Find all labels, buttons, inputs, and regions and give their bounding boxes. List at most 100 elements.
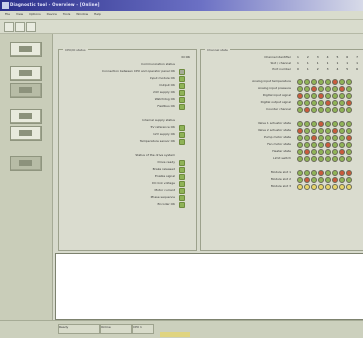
channel-state-dot — [318, 86, 324, 92]
status-row-label: Connection between CPU and operator pane… — [102, 69, 175, 73]
channel-row-label: Heater state — [272, 149, 291, 153]
channel-state-dot — [311, 79, 317, 85]
sidebar-button-params[interactable] — [10, 126, 42, 141]
channel-state-dot — [332, 142, 338, 148]
menu-file[interactable]: File — [5, 12, 10, 16]
channel-state-dot — [311, 100, 317, 106]
status-led — [179, 195, 185, 201]
status-led — [179, 167, 185, 173]
menu-tools[interactable]: Tools — [63, 12, 70, 16]
sidebar-button-tests[interactable] — [10, 109, 42, 124]
status-row-label: 12V supply OK — [153, 132, 175, 136]
channel-header-label: Port number — [272, 67, 291, 71]
channel-row-label: Module slot 1 — [270, 170, 291, 174]
status-row-label: Fieldbus OK — [157, 104, 175, 108]
channel-state-dot — [318, 128, 324, 134]
channel-state-dot — [311, 107, 317, 113]
channel-state-dot — [297, 128, 303, 134]
channel-state-dot — [332, 184, 338, 190]
status-row: Temperature sensor OK — [63, 139, 175, 143]
channel-state-dot — [304, 184, 310, 190]
message-log[interactable] — [55, 253, 363, 320]
channel-state-dot — [304, 79, 310, 85]
menu-window[interactable]: Window — [76, 12, 88, 16]
channel-state-dot — [325, 170, 331, 176]
channel-state-dot — [297, 149, 303, 155]
status-row-label: Input module OK — [149, 76, 175, 80]
channel-state-dot — [346, 177, 352, 183]
print-icon[interactable] — [26, 22, 36, 32]
status-row: Motor current — [63, 188, 175, 192]
sidebar-button-overview[interactable] — [10, 42, 42, 57]
status-row-label: Output OK — [159, 83, 175, 87]
channel-row-label: Valve 2 actuator state — [257, 128, 291, 132]
channel-state-dot — [339, 170, 345, 176]
menu-options[interactable]: Options — [29, 12, 41, 16]
status-row: 5V reference OK — [63, 125, 175, 129]
status-led — [179, 160, 185, 166]
channel-state-dot — [318, 156, 324, 162]
channel-state-panel: Channel state Channel identifier 1 2 3 4 … — [200, 48, 363, 251]
channel-state-dot — [304, 128, 310, 134]
status-led — [179, 132, 185, 138]
status-row: Status of the drive system — [63, 153, 175, 157]
open-icon[interactable] — [4, 22, 14, 32]
channel-state-dot — [325, 86, 331, 92]
channel-state-dot — [325, 135, 331, 141]
status-row: Connection between CPU and operator pane… — [63, 69, 175, 73]
channel-header-row: Channel identifier — [205, 55, 291, 59]
channel-state-dot — [304, 93, 310, 99]
panel-title: Channel state — [205, 48, 230, 52]
channel-state-dot — [318, 79, 324, 85]
channel-row-label: Analog input temperature — [252, 79, 291, 83]
channel-state-dot — [318, 100, 324, 106]
menu-help[interactable]: Help — [94, 12, 101, 16]
channel-state-dot — [297, 107, 303, 113]
channel-state-dot — [325, 184, 331, 190]
channel-header-label: Slot / channel — [270, 61, 291, 65]
sidebar-button-log[interactable] — [10, 156, 42, 171]
status-row-label: Watchdog OK — [154, 97, 175, 101]
channel-state-dot — [339, 79, 345, 85]
channel-state-dot — [332, 86, 338, 92]
channel-state-dot — [325, 121, 331, 127]
channel-state-dot — [346, 170, 352, 176]
channel-state-dot — [318, 170, 324, 176]
channel-state-dot — [304, 86, 310, 92]
status-led — [179, 76, 185, 82]
channel-state-dot — [332, 93, 338, 99]
channel-state-dot — [332, 156, 338, 162]
status-row: Enable signal — [63, 174, 175, 178]
channel-row: Heater state — [205, 149, 291, 153]
channel-state-dot — [332, 100, 338, 106]
channel-header-values: 1 1 1 1 1 1 1 1 — [297, 61, 363, 65]
channel-state-dot — [332, 149, 338, 155]
window-title: Diagnostic tool - Overview - [Online] — [10, 2, 100, 7]
status-row: Encoder OK — [63, 202, 175, 206]
sidebar-button-faults[interactable] — [10, 83, 42, 98]
status-led — [179, 139, 185, 145]
status-led — [179, 83, 185, 89]
status-row: Communication status — [63, 62, 175, 66]
channel-state-dot — [339, 121, 345, 127]
status-row: Output OK — [63, 83, 175, 87]
status-cell-online: Online — [100, 324, 132, 334]
menu-view[interactable]: View — [16, 12, 23, 16]
sidebar-button-status[interactable] — [10, 66, 42, 81]
channel-row: Analog input temperature — [205, 79, 291, 83]
channel-row-label: Module slot 3 — [270, 184, 291, 188]
channel-state-dot — [325, 177, 331, 183]
channel-row-label: Digital output signal — [260, 100, 291, 104]
menu-device[interactable]: Device — [47, 12, 57, 16]
channel-row-label: Digital input signal — [262, 93, 291, 97]
status-row-label: DC link voltage — [152, 181, 175, 185]
channel-state-dot — [318, 184, 324, 190]
channel-state-dot — [304, 170, 310, 176]
channel-state-dot — [304, 100, 310, 106]
channel-state-dot — [304, 142, 310, 148]
channel-state-dot — [346, 156, 352, 162]
channel-state-dot — [297, 86, 303, 92]
channel-state-dot — [311, 128, 317, 134]
save-icon[interactable] — [15, 22, 25, 32]
overview-icon — [19, 46, 32, 52]
